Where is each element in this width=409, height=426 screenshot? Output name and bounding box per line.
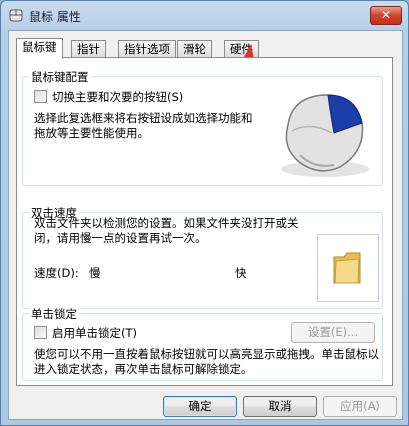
- speed-label: 速度(D):: [34, 266, 79, 280]
- tab-panel-mouse-buttons: 鼠标键配置 切换主要和次要的按钮(S) 选择此复选框来将右按钮设成如选择功能和拖…: [16, 57, 393, 386]
- double-click-test-area[interactable]: [317, 234, 379, 302]
- click-lock-title: 单击锁定: [29, 306, 79, 322]
- slow-label: 慢: [89, 266, 101, 280]
- click-lock-settings-button[interactable]: 设置(E)...: [291, 322, 375, 343]
- click-lock-description: 使您可以不用一直按着鼠标按钮就可以高亮显示或拖拽。单击鼠标以进入锁定状态，再次单…: [34, 347, 379, 376]
- switch-buttons-description: 选择此复选框来将右按钮设成如选择功能和拖放等主要性能使用。: [34, 111, 253, 140]
- click-lock-checkbox[interactable]: [34, 326, 47, 339]
- button-config-group: 鼠标键配置 切换主要和次要的按钮(S) 选择此复选框来将右按钮设成如选择功能和拖…: [22, 69, 383, 186]
- fast-label: 快: [235, 266, 247, 280]
- dialog-body: 鼠标键 指针 指针选项 滑轮 硬件 鼠标键配置 切换主要和次要的按钮(S) 选择…: [8, 30, 403, 420]
- click-lock-group: 单击锁定 启用单击锁定(T) 设置(E)... 使您可以不用一直按着鼠标按钮就可…: [22, 306, 383, 381]
- folder-icon[interactable]: [332, 251, 362, 285]
- switch-buttons-label[interactable]: 切换主要和次要的按钮(S): [52, 89, 183, 105]
- mouse-illustration: [281, 94, 369, 177]
- double-click-description: 双击文件夹以检测您的设置。如果文件夹没打开或关闭，请用慢一点的设置再试一次。: [34, 216, 299, 245]
- click-lock-label[interactable]: 启用单击锁定(T): [52, 325, 137, 341]
- button-config-title: 鼠标键配置: [29, 69, 91, 85]
- switch-buttons-checkbox[interactable]: [34, 90, 47, 103]
- mouse-properties-window: 鼠标 属性 ✕ 鼠标键 指针 指针选项 滑轮 硬件 鼠标键配置 切换主要和次要的…: [0, 0, 409, 426]
- tab-mouse-buttons[interactable]: 鼠标键: [16, 38, 63, 59]
